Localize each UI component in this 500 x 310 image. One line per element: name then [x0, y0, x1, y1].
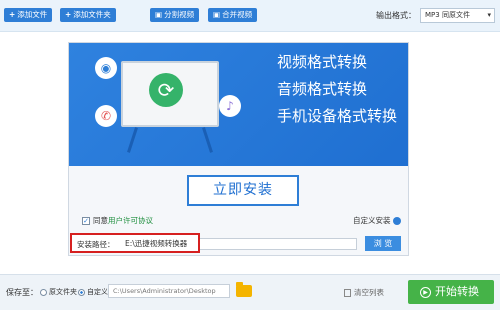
output-format-value: MP3 同原文件: [425, 11, 470, 19]
clear-list-label: 清空列表: [354, 288, 384, 297]
agree-license-row: ✓ 同意用户许可协议: [82, 215, 153, 226]
install-now-button[interactable]: 立即安装: [187, 175, 299, 206]
add-file-label: 添加文件: [17, 10, 48, 19]
radio-custom-label: 自定义: [87, 288, 108, 296]
install-path-input[interactable]: E:\迅捷视频转换器: [123, 238, 199, 250]
split-video-label: 分割视频: [164, 10, 195, 19]
top-toolbar: + 添加文件 + 添加文件夹 ▣ 分割视频 ▣ 合并视频 输出格式： MP3 同原文件 …: [0, 0, 500, 32]
output-format-select[interactable]: MP3 同原文件 ▾: [420, 8, 495, 23]
agree-label: 同意: [93, 216, 108, 225]
radio-selected-icon: [78, 288, 85, 296]
radio-icon: [40, 288, 47, 296]
radio-original-label: 原文件夹: [49, 288, 77, 296]
install-path-label: 安装路径：: [77, 240, 115, 249]
browse-button[interactable]: 浏 览: [365, 236, 401, 251]
feature-device-convert: 手机设备格式转换: [277, 107, 398, 125]
save-to-label: 保存至：: [6, 288, 38, 297]
microphone-icon: ♪: [219, 95, 241, 117]
custom-install-toggle[interactable]: 自定义安装: [353, 215, 401, 226]
promo-banner: ⟳ ◉ ✆ ♪ 视频格式转换 音频格式转换 手机设备格式转换: [69, 43, 408, 166]
output-format-label: 输出格式：: [376, 11, 416, 20]
agree-checkbox[interactable]: ✓: [82, 217, 90, 225]
convert-refresh-icon: ⟳: [149, 73, 183, 107]
film-reel-icon: ◉: [95, 57, 117, 79]
merge-icon: ▣: [213, 10, 221, 19]
chevron-up-icon: [392, 217, 401, 225]
feature-video-convert: 视频格式转换: [277, 53, 368, 71]
radio-custom-folder[interactable]: 自定义: [78, 287, 108, 297]
add-folder-button[interactable]: + 添加文件夹: [60, 8, 116, 22]
installer-panel: ⟳ ◉ ✆ ♪ 视频格式转换 音频格式转换 手机设备格式转换 立即安装 ✓ 同意用…: [68, 42, 409, 256]
feature-audio-convert: 音频格式转换: [277, 80, 368, 98]
install-path-highlight: 安装路径： E:\迅捷视频转换器: [70, 233, 200, 253]
board-stand-left: [127, 127, 138, 153]
chevron-down-icon: ▾: [487, 11, 491, 19]
merge-video-label: 合并视频: [222, 10, 253, 19]
feature-list: 视频格式转换 音频格式转换 手机设备格式转换: [277, 49, 407, 130]
add-file-button[interactable]: + 添加文件: [4, 8, 53, 22]
start-convert-button[interactable]: ▶ 开始转换: [408, 280, 494, 304]
play-icon: ▶: [420, 286, 431, 298]
merge-video-button[interactable]: ▣ 合并视频: [208, 8, 258, 22]
bottom-bar: 保存至： 原文件夹 自定义 C:\Users\Administrator\Des…: [0, 274, 500, 310]
folder-icon[interactable]: [236, 282, 252, 297]
start-convert-label: 开始转换: [435, 285, 479, 298]
plus-icon: +: [65, 10, 72, 19]
plus-icon: +: [9, 10, 16, 19]
custom-install-label: 自定义安装: [353, 216, 391, 225]
license-link[interactable]: 用户许可协议: [108, 216, 153, 225]
radio-original-folder[interactable]: 原文件夹: [40, 287, 77, 297]
split-video-button[interactable]: ▣ 分割视频: [150, 8, 200, 22]
scissors-icon: ▣: [155, 10, 163, 19]
install-path-field[interactable]: [200, 238, 357, 250]
save-path-input[interactable]: C:\Users\Administrator\Desktop: [108, 284, 230, 298]
phone-icon: ✆: [95, 105, 117, 127]
board-stand-right: [202, 127, 213, 153]
trash-icon: [344, 289, 351, 297]
clear-list-button[interactable]: 清空列表: [344, 287, 384, 298]
add-folder-label: 添加文件夹: [73, 10, 111, 19]
